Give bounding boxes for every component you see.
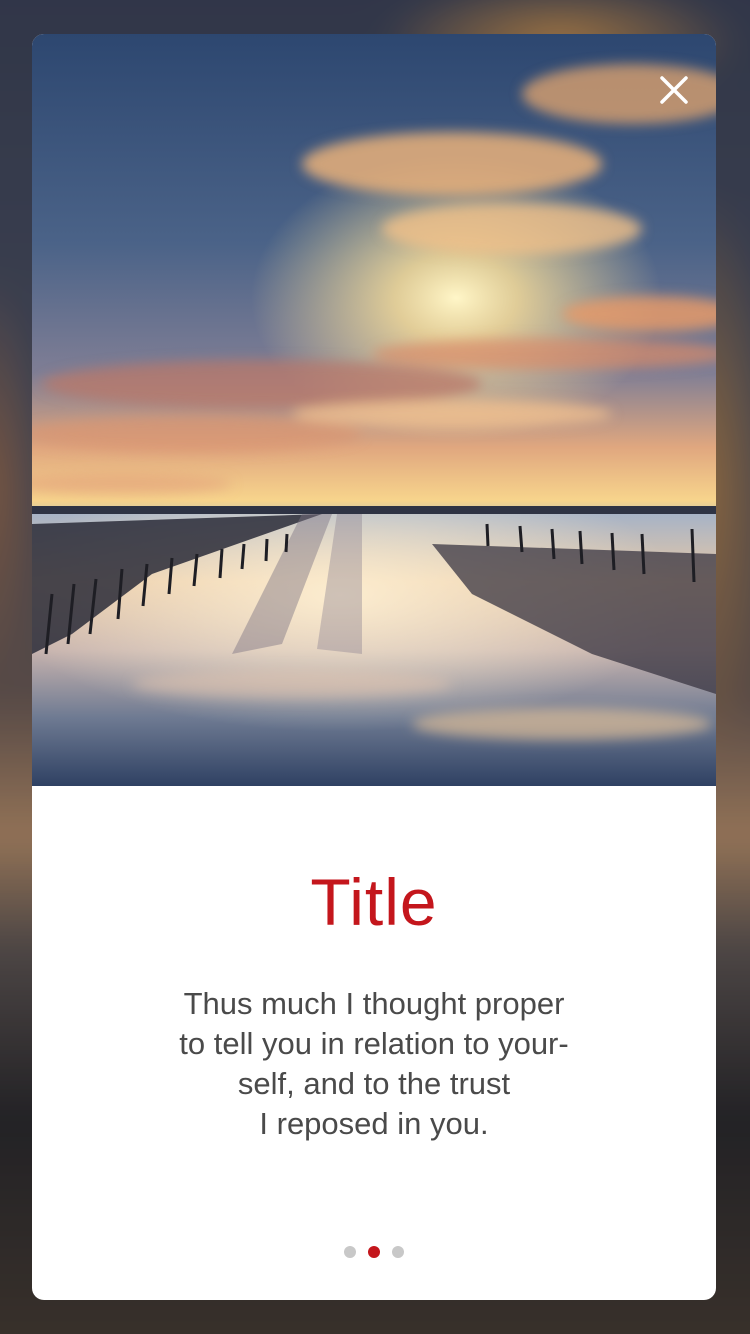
description-line: self, and to the trust xyxy=(237,1066,511,1101)
onboarding-card: Title Thus much I thought proper to tell… xyxy=(32,34,716,1300)
onboarding-screen: Title Thus much I thought proper to tell… xyxy=(0,0,750,1334)
page-dot-3[interactable] xyxy=(392,1246,404,1258)
page-dot-2-active[interactable] xyxy=(368,1246,380,1258)
card-description: Thus much I thought proper to tell you i… xyxy=(124,984,624,1144)
card-title: Title xyxy=(310,865,438,939)
close-icon xyxy=(660,76,688,104)
page-dot-1[interactable] xyxy=(344,1246,356,1258)
close-button[interactable] xyxy=(654,70,694,110)
description-line: to tell you in relation to your- xyxy=(179,1026,569,1061)
description-line: I reposed in you. xyxy=(259,1106,489,1141)
page-indicator xyxy=(32,1246,716,1258)
card-content: Title Thus much I thought proper to tell… xyxy=(32,786,716,1300)
hero-image xyxy=(32,34,716,786)
description-line: Thus much I thought proper xyxy=(183,986,565,1021)
